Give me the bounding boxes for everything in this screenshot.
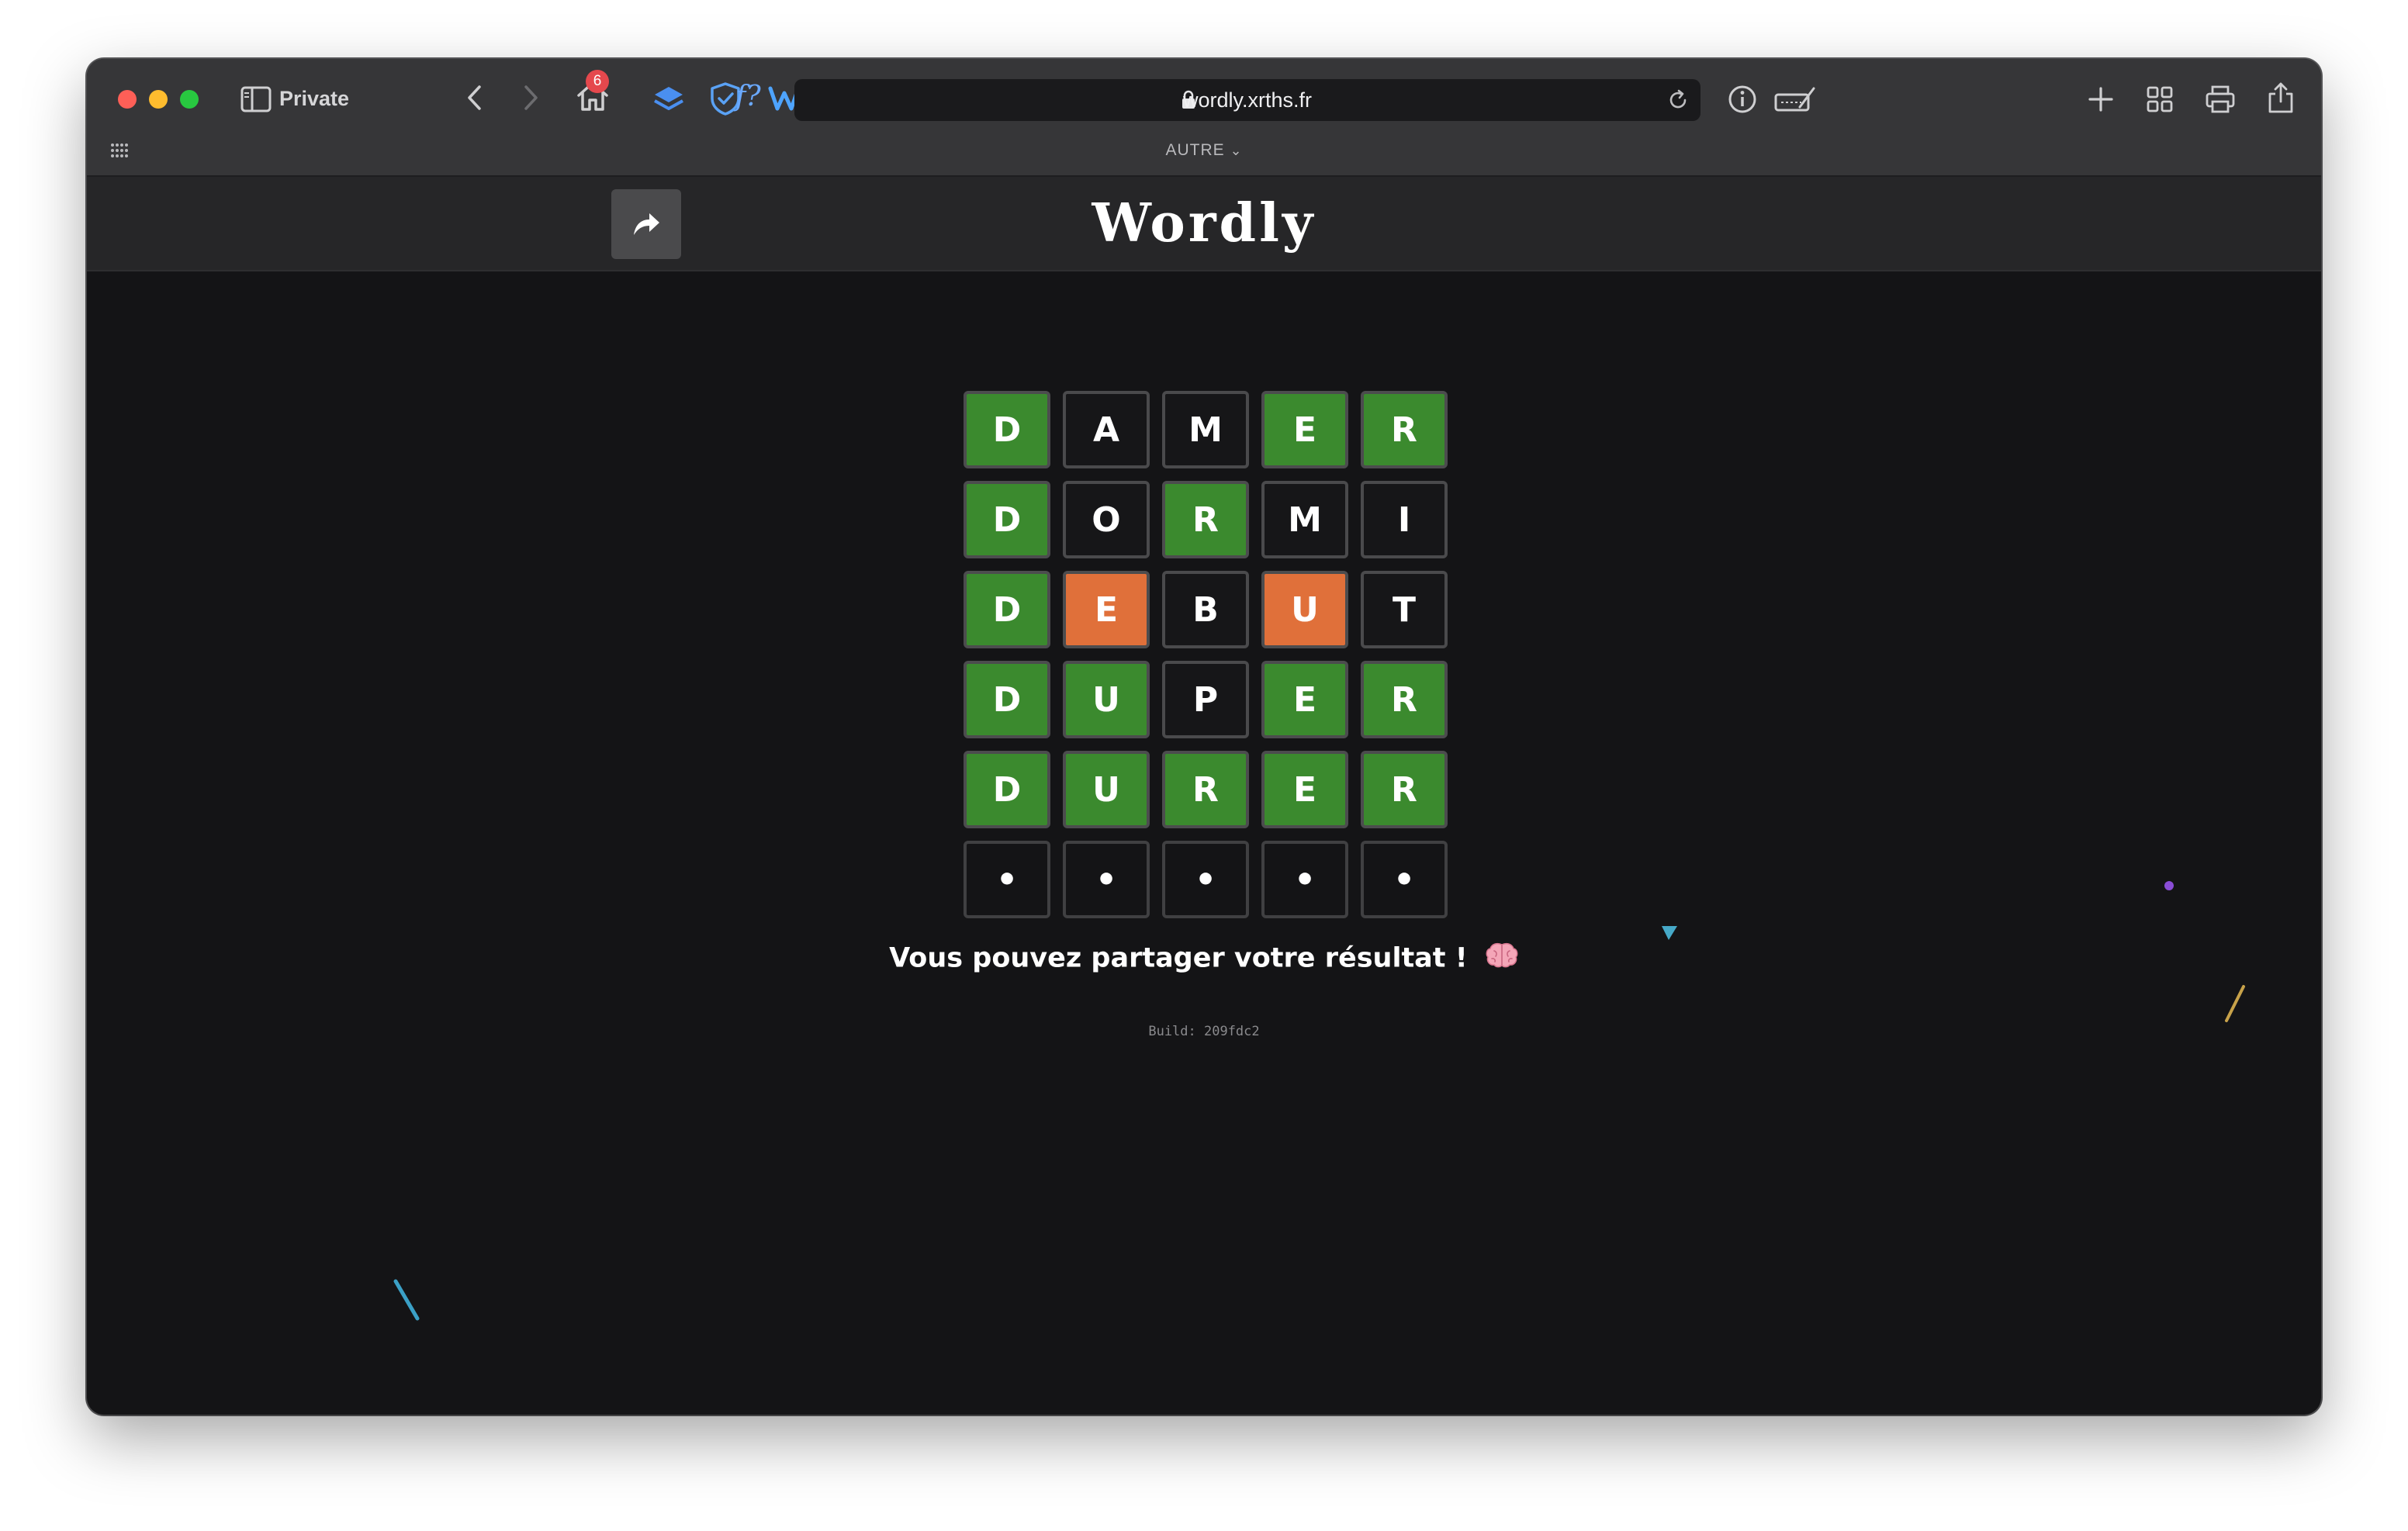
- board-tile-r1-c2: A: [1063, 391, 1150, 468]
- result-message: Vous pouvez partager votre résultat !: [87, 942, 2321, 976]
- board-tile-r2-c4: M: [1261, 481, 1348, 558]
- board-tile-r2-c5: I: [1361, 481, 1448, 558]
- board-tile-r2-c2: O: [1063, 481, 1150, 558]
- board-tile-r3-c4: U: [1261, 571, 1348, 648]
- app-header: Wordly: [87, 177, 2321, 271]
- confetti-dot-purple: [2164, 881, 2174, 890]
- board-tile-r4-c1: D: [964, 661, 1050, 738]
- new-tab-icon[interactable]: [2084, 82, 2118, 116]
- board-tile-r5-c5: R: [1361, 751, 1448, 828]
- forward-button[interactable]: [515, 82, 546, 113]
- keyboard-edit-icon[interactable]: [1772, 82, 1818, 116]
- info-icon[interactable]: [1725, 82, 1759, 116]
- board-tile-r4-c3: P: [1162, 661, 1249, 738]
- game-board: D A M E R D O R M I D E B U T D U P E R D U R E R • • • • •: [964, 391, 1448, 918]
- tab-group-label[interactable]: AUTRE ⌄: [87, 141, 2321, 160]
- reload-icon[interactable]: [1666, 88, 1690, 115]
- sidebar-toggle-icon[interactable]: [239, 82, 273, 116]
- board-tile-r6-c3: •: [1162, 841, 1249, 918]
- board-tile-r5-c1: D: [964, 751, 1050, 828]
- confetti-decoration: [2164, 881, 2245, 1022]
- board-tile-r5-c2: U: [1063, 751, 1150, 828]
- minimize-window-button[interactable]: [149, 90, 168, 109]
- board-tile-r6-c2: •: [1063, 841, 1150, 918]
- print-icon[interactable]: [2203, 82, 2237, 116]
- back-button[interactable]: [459, 82, 490, 113]
- app-title: Wordly: [1092, 192, 1316, 254]
- board-tile-r6-c4: •: [1261, 841, 1348, 918]
- private-mode-label: Private: [279, 87, 350, 110]
- board-tile-r1-c4: E: [1261, 391, 1348, 468]
- tab-group-name: AUTRE: [1165, 141, 1225, 159]
- board-tile-r4-c5: R: [1361, 661, 1448, 738]
- board-tile-r3-c2: E: [1063, 571, 1150, 648]
- close-window-button[interactable]: [118, 90, 137, 109]
- board-tile-r6-c1: •: [964, 841, 1050, 918]
- browser-toolbar: Private 6 f? wordly.xrths.fr AUTRE ⌄: [87, 59, 2321, 177]
- extension-badge-count: 6: [586, 70, 609, 93]
- result-message-text: Vous pouvez partager votre résultat !: [889, 942, 1468, 974]
- confetti-strip-blue: [393, 1279, 420, 1321]
- board-tile-r4-c2: U: [1063, 661, 1150, 738]
- board-tile-r5-c3: R: [1162, 751, 1249, 828]
- board-tile-r1-c5: R: [1361, 391, 1448, 468]
- board-tile-r1-c3: M: [1162, 391, 1249, 468]
- board-tile-r3-c3: B: [1162, 571, 1249, 648]
- f-extension-icon[interactable]: f?: [735, 81, 761, 112]
- board-tile-r6-c5: •: [1361, 841, 1448, 918]
- chevron-down-icon: ⌄: [1230, 143, 1243, 158]
- zoom-window-button[interactable]: [180, 90, 199, 109]
- brain-icon: [1485, 942, 1519, 976]
- build-label: Build: 209fdc2: [1148, 1024, 1260, 1039]
- board-tile-r1-c1: D: [964, 391, 1050, 468]
- layers-extension-icon[interactable]: [650, 81, 687, 118]
- board-tile-r3-c1: D: [964, 571, 1050, 648]
- board-tile-r3-c5: T: [1361, 571, 1448, 648]
- url-text: wordly.xrths.fr: [1182, 88, 1313, 112]
- confetti-triangle-teal: [1662, 926, 1677, 940]
- confetti-strip-gold: [2225, 985, 2245, 1022]
- board-tile-r5-c4: E: [1261, 751, 1348, 828]
- share-page-icon[interactable]: [2264, 79, 2298, 116]
- board-tile-r2-c1: D: [964, 481, 1050, 558]
- tab-overview-icon[interactable]: [2143, 82, 2177, 116]
- board-tile-r2-c3: R: [1162, 481, 1249, 558]
- browser-window: Private 6 f? wordly.xrths.fr AUTRE ⌄ Wor…: [87, 59, 2321, 1415]
- board-tile-r4-c4: E: [1261, 661, 1348, 738]
- url-bar[interactable]: wordly.xrths.fr: [794, 79, 1700, 121]
